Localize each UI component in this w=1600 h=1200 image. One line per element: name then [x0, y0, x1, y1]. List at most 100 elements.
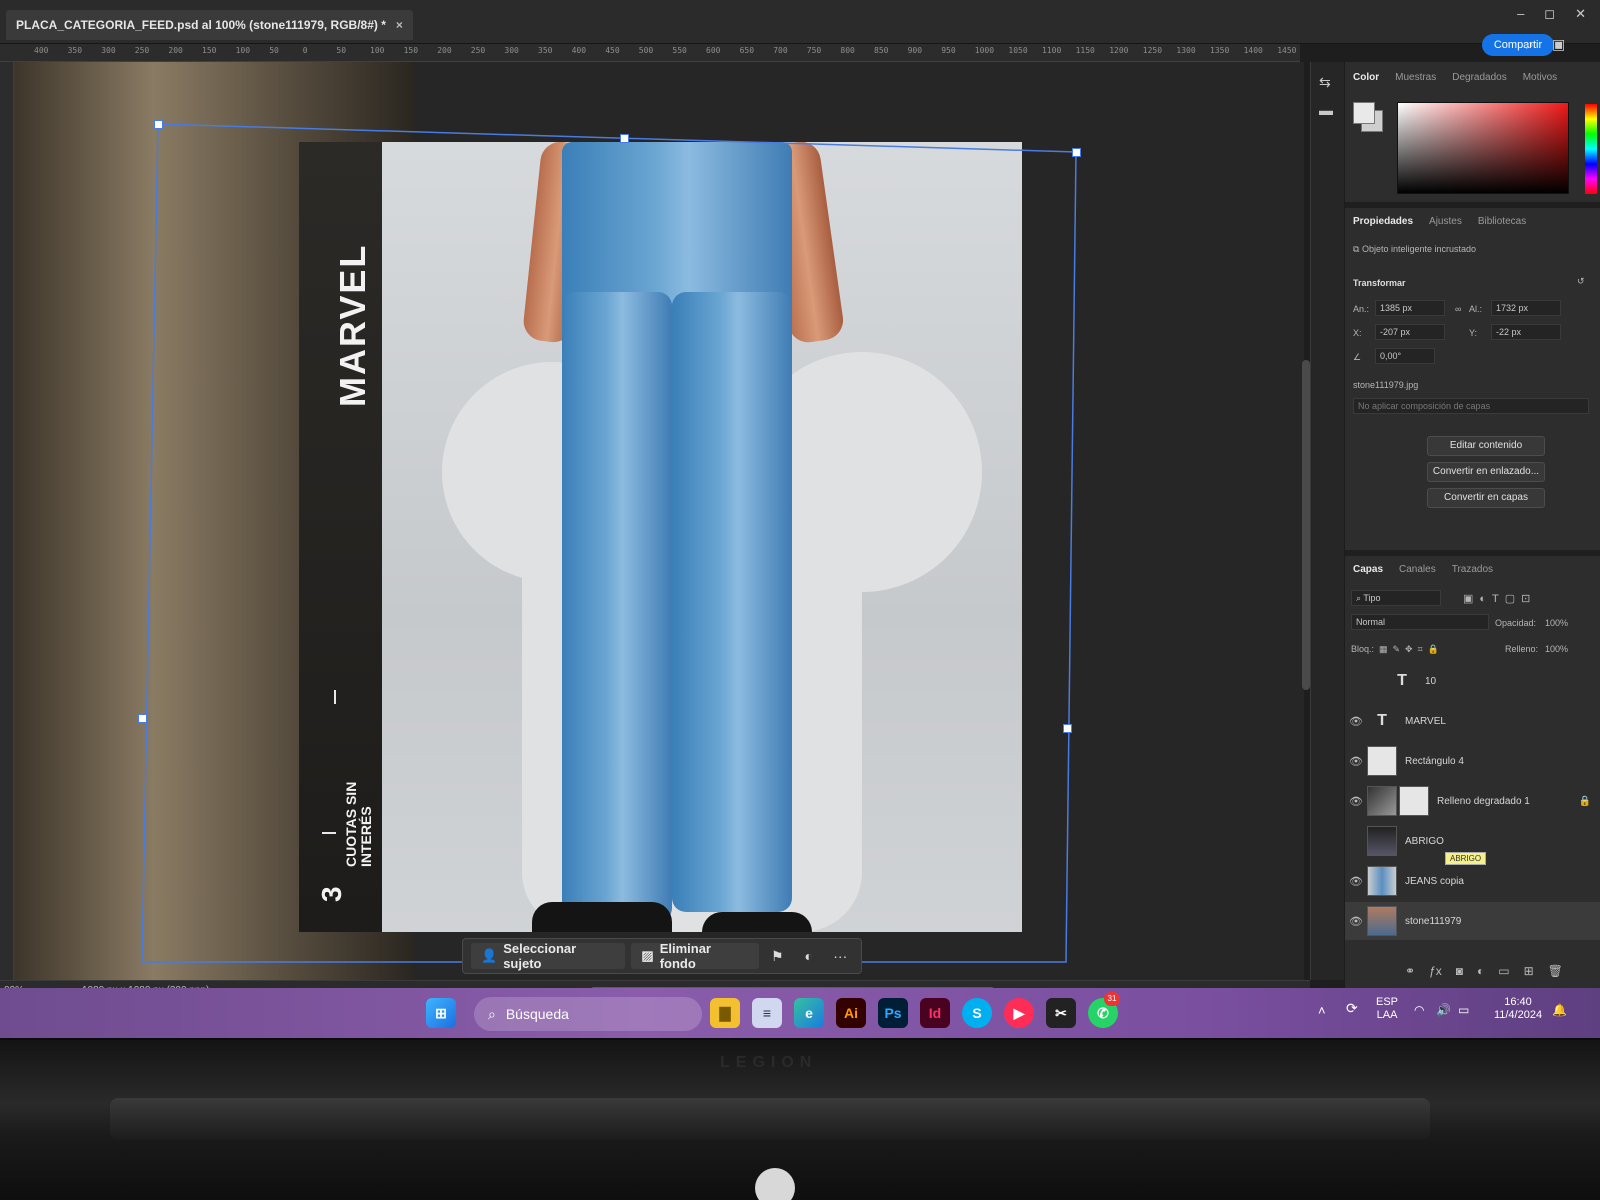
tab-libraries[interactable]: Bibliotecas: [1478, 216, 1526, 227]
layer-filter-type-icons[interactable]: ▣◐T▢⊡: [1463, 592, 1536, 605]
tab-patterns[interactable]: Motivos: [1523, 72, 1557, 83]
new-group-icon[interactable]: ▭: [1498, 964, 1509, 978]
skype-icon[interactable]: S: [962, 998, 992, 1028]
transform-handle-middle-left[interactable]: [138, 714, 147, 723]
foreground-color-swatch[interactable]: [1353, 102, 1375, 124]
convert-to-layers-button[interactable]: Convertir en capas: [1427, 488, 1545, 508]
ruler-tick-label: 1350: [1210, 46, 1230, 55]
clock[interactable]: 16:40 11/4/2024: [1490, 996, 1546, 1022]
transform-handle-middle-right[interactable]: [1063, 724, 1072, 733]
tab-gradients[interactable]: Degradados: [1452, 72, 1506, 83]
ruler-tick-label: 50: [336, 46, 347, 55]
close-tab-icon[interactable]: ×: [396, 18, 403, 32]
eye-icon[interactable]: 👁: [1345, 875, 1367, 888]
layer-row[interactable]: 👁 JEANS copia: [1345, 862, 1600, 900]
layer-name: Rectángulo 4: [1405, 755, 1464, 767]
color-picker-field[interactable]: [1397, 102, 1569, 194]
brand-text: MARVEL: [332, 243, 373, 407]
color-panel-tabs: Color Muestras Degradados Motivos: [1345, 66, 1600, 88]
tab-adjustments[interactable]: Ajustes: [1429, 216, 1462, 227]
transform-handle-top-left[interactable]: [154, 120, 163, 129]
layer-filter-select[interactable]: ⌕ Tipo: [1351, 590, 1441, 606]
transform-handle-top-right[interactable]: [1072, 148, 1081, 157]
tab-layers[interactable]: Capas: [1353, 564, 1383, 575]
panel-icon-strip: ⇆ ▬: [1310, 62, 1344, 980]
music-icon[interactable]: ▶: [1004, 998, 1034, 1028]
maximize-button[interactable]: ◻: [1544, 6, 1555, 22]
tab-channels[interactable]: Canales: [1399, 564, 1436, 575]
sync-icon[interactable]: ⟳: [1346, 1001, 1358, 1015]
canvas-area[interactable]: MARVEL 3 CUOTAS SIN INTERÉS 👤 Selecciona…: [14, 62, 1304, 980]
notepad-icon[interactable]: ≡: [752, 998, 782, 1028]
tab-paths[interactable]: Trazados: [1452, 564, 1493, 575]
adjustment-icon[interactable]: ◐: [796, 943, 821, 969]
x-field[interactable]: -207 px: [1375, 324, 1445, 340]
vertical-scrollbar[interactable]: [1302, 360, 1310, 690]
minimize-button[interactable]: –: [1517, 6, 1524, 22]
reset-transform-icon[interactable]: ↺: [1577, 276, 1585, 287]
select-subject-button[interactable]: 👤 Seleccionar sujeto: [471, 941, 626, 971]
blend-mode-select[interactable]: Normal: [1351, 614, 1489, 630]
layer-row[interactable]: 👁 T MARVEL: [1345, 702, 1600, 740]
comments-icon[interactable]: ▬: [1319, 102, 1333, 118]
angle-field[interactable]: 0,00°: [1375, 348, 1435, 364]
edit-contents-button[interactable]: Editar contenido: [1427, 436, 1545, 456]
ruler-tick-label: 300: [101, 46, 116, 55]
layer-comp-select[interactable]: No aplicar composición de capas: [1353, 398, 1589, 414]
illustrator-icon[interactable]: Ai: [836, 998, 866, 1028]
remove-background-button[interactable]: ▨ Eliminar fondo: [631, 941, 759, 971]
edge-icon[interactable]: e: [794, 998, 824, 1028]
eye-icon[interactable]: 👁: [1345, 715, 1367, 728]
layer-row[interactable]: 👁 Rectángulo 4: [1345, 742, 1600, 780]
eye-icon[interactable]: 👁: [1345, 915, 1367, 928]
transform-handle-top-middle[interactable]: [620, 134, 629, 143]
fx-icon[interactable]: ƒx: [1429, 964, 1442, 978]
layer-row[interactable]: T 10: [1345, 662, 1600, 700]
tab-properties[interactable]: Propiedades: [1353, 216, 1413, 227]
add-mask-icon[interactable]: ◙: [1456, 964, 1463, 978]
windows-start-icon[interactable]: ⊞: [426, 998, 456, 1028]
adjustment-layer-icon[interactable]: ◐: [1477, 964, 1484, 978]
select-subject-label: Seleccionar sujeto: [503, 941, 577, 971]
tab-swatches[interactable]: Muestras: [1395, 72, 1436, 83]
share-button[interactable]: Compartir: [1482, 34, 1554, 56]
more-options-button[interactable]: ···: [828, 943, 853, 969]
height-field[interactable]: 1732 px: [1491, 300, 1561, 316]
search-icon[interactable]: ⌕: [1526, 36, 1534, 53]
eye-icon[interactable]: 👁: [1345, 755, 1367, 768]
eye-icon[interactable]: 👁: [1345, 795, 1367, 808]
layer-row[interactable]: ABRIGO ABRIGO: [1345, 822, 1600, 865]
width-field[interactable]: 1385 px: [1375, 300, 1445, 316]
history-icon[interactable]: ⇆: [1319, 74, 1331, 91]
fill-value[interactable]: 100%: [1545, 644, 1568, 654]
link-layers-icon[interactable]: ⚭: [1405, 964, 1415, 978]
document-tab[interactable]: PLACA_CATEGORIA_FEED.psd al 100% (stone1…: [6, 10, 413, 40]
file-explorer-icon[interactable]: ▇: [710, 998, 740, 1028]
layer-row[interactable]: 👁 Relleno degradado 1 🔒: [1345, 782, 1600, 820]
y-field[interactable]: -22 px: [1491, 324, 1561, 340]
volume-icon[interactable]: 🔊: [1436, 1004, 1451, 1017]
taskbar-search[interactable]: ⌕ Búsqueda: [474, 997, 702, 1031]
opacity-value[interactable]: 100%: [1545, 618, 1568, 628]
convert-to-linked-button[interactable]: Convertir en enlazado...: [1427, 462, 1545, 482]
link-dimensions-icon[interactable]: ∞: [1455, 304, 1461, 314]
new-layer-icon[interactable]: ⊞: [1524, 964, 1534, 978]
lock-options-icons[interactable]: ▦✎✥⌗🔒: [1379, 644, 1444, 655]
photoshop-icon[interactable]: Ps: [878, 998, 908, 1028]
tab-color[interactable]: Color: [1353, 72, 1379, 83]
indesign-icon[interactable]: Id: [920, 998, 950, 1028]
chevron-up-icon[interactable]: ˄: [1318, 1004, 1326, 1017]
layer-actions: ⚭ ƒx ◙ ◐ ▭ ⊞ 🗑: [1405, 964, 1563, 978]
mask-icon[interactable]: ⚑: [765, 943, 790, 969]
capcut-icon[interactable]: ✂: [1046, 998, 1076, 1028]
workspace-icon[interactable]: ▣: [1552, 36, 1565, 53]
battery-icon[interactable]: ▭: [1458, 1004, 1469, 1017]
language-indicator[interactable]: ESP LAA: [1376, 996, 1398, 1022]
delete-layer-icon[interactable]: 🗑: [1548, 964, 1563, 978]
properties-panel-tabs: Propiedades Ajustes Bibliotecas: [1345, 210, 1600, 232]
layer-row-selected[interactable]: 👁 stone111979: [1345, 902, 1600, 940]
wifi-icon[interactable]: ◠: [1414, 1004, 1424, 1017]
hue-slider[interactable]: [1585, 104, 1597, 194]
notifications-icon[interactable]: 🔔: [1552, 1004, 1567, 1017]
close-window-button[interactable]: ✕: [1575, 6, 1586, 22]
